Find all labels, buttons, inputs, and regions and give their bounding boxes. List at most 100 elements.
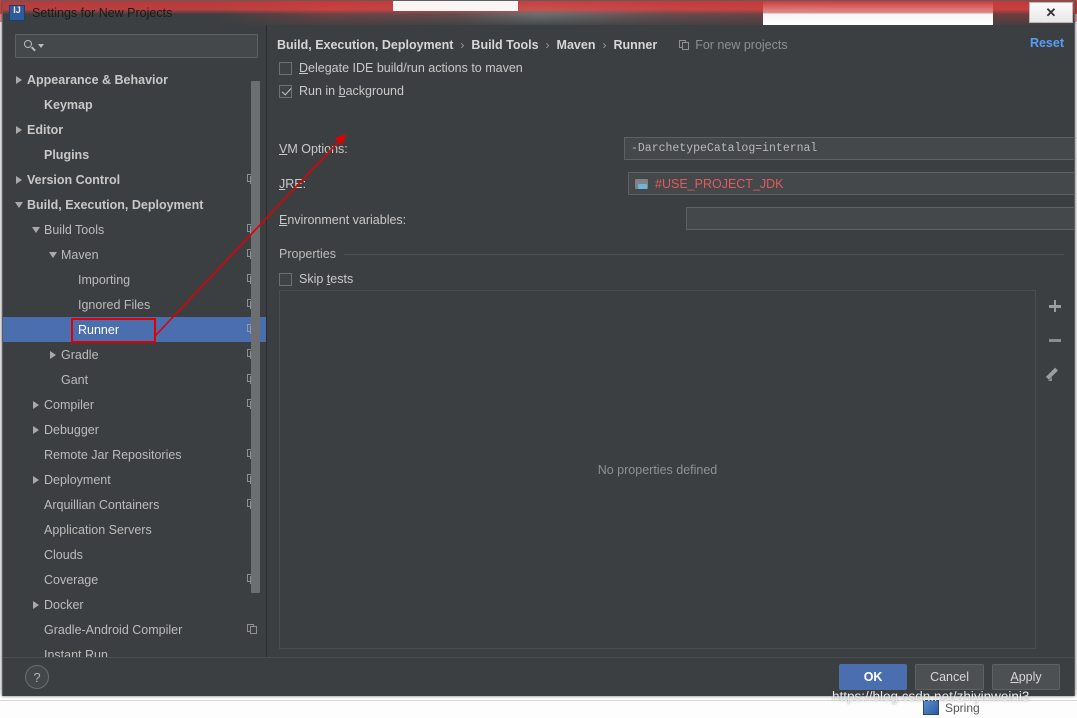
chevron-right-icon[interactable] — [28, 426, 44, 434]
breadcrumb-separator: › — [602, 38, 606, 52]
chevron-down-icon[interactable] — [28, 227, 44, 233]
vm-options-value: -DarchetypeCatalog=internal — [631, 142, 817, 155]
breadcrumb-item-2[interactable]: Maven — [557, 38, 596, 52]
properties-table[interactable]: No properties defined — [279, 290, 1036, 649]
apply-button[interactable]: Apply — [992, 664, 1060, 690]
window-title: Settings for New Projects — [32, 6, 172, 20]
folder-icon — [635, 178, 649, 190]
sidebar-item-application-servers[interactable]: Application Servers — [3, 517, 266, 542]
sidebar-item-label: Version Control — [27, 173, 247, 187]
chevron-right-icon[interactable] — [11, 76, 27, 84]
skip-tests-checkbox-row[interactable]: Skip tests — [279, 272, 353, 286]
environment-variables-label: Environment variables: — [279, 213, 406, 227]
settings-main-panel: Build, Execution, Deployment › Build Too… — [267, 25, 1074, 657]
sidebar-item-build-tools[interactable]: Build Tools — [3, 217, 266, 242]
sidebar-item-keymap[interactable]: Keymap — [3, 92, 266, 117]
sidebar-item-clouds[interactable]: Clouds — [3, 542, 266, 567]
breadcrumb-item-3[interactable]: Runner — [613, 38, 657, 52]
sidebar-item-gradle[interactable]: Gradle — [3, 342, 266, 367]
ok-button[interactable]: OK — [839, 664, 907, 690]
properties-toolbar — [1040, 290, 1070, 649]
sidebar-item-label: Deployment — [44, 473, 247, 487]
delegate-build-label: Delegate IDE build/run actions to maven — [299, 61, 523, 75]
background-window-tabbar — [0, 700, 1077, 718]
settings-tree: Appearance & Behavior Keymap Editor Plugins… — [3, 67, 266, 657]
sidebar-item-ignored-files[interactable]: Ignored Files — [3, 292, 266, 317]
dialog-titlebar: Settings for New Projects ✕ — [3, 1, 1074, 25]
sidebar-item-importing[interactable]: Importing — [3, 267, 266, 292]
search-box[interactable] — [15, 34, 258, 58]
chevron-down-icon[interactable] — [11, 202, 27, 208]
sidebar-item-label: Arquillian Containers — [44, 498, 247, 512]
titlebar-background-highlight-right — [763, 1, 993, 25]
sidebar-item-appearance-behavior[interactable]: Appearance & Behavior — [3, 67, 266, 92]
chevron-right-icon[interactable] — [45, 351, 61, 359]
sidebar-item-label: Plugins — [44, 148, 258, 162]
help-button[interactable]: ? — [25, 665, 49, 689]
delegate-build-checkbox[interactable] — [279, 62, 292, 75]
vm-options-label: VM Options: — [279, 142, 348, 156]
sidebar-item-label: Build, Execution, Deployment — [27, 198, 258, 212]
sidebar-item-label: Remote Jar Repositories — [44, 448, 247, 462]
sidebar-item-label: Instant Run — [44, 648, 258, 658]
environment-variables-input[interactable] — [686, 207, 1074, 230]
sidebar-item-label: Debugger — [44, 423, 258, 437]
sidebar-item-gradle-android-compiler[interactable]: Gradle-Android Compiler — [3, 617, 266, 642]
pencil-icon[interactable] — [1044, 363, 1066, 385]
run-in-background-checkbox-row[interactable]: Run in background — [279, 84, 404, 98]
sidebar-item-deployment[interactable]: Deployment — [3, 467, 266, 492]
sidebar-item-gant[interactable]: Gant — [3, 367, 266, 392]
breadcrumb-item-1[interactable]: Build Tools — [471, 38, 538, 52]
sidebar-item-arquillian-containers[interactable]: Arquillian Containers — [3, 492, 266, 517]
reset-link[interactable]: Reset — [1030, 36, 1064, 50]
sidebar-item-label: Importing — [78, 273, 247, 287]
breadcrumb: Build, Execution, Deployment › Build Too… — [277, 35, 1064, 55]
sidebar-item-instant-run[interactable]: Instant Run — [3, 642, 266, 657]
sidebar-item-label: Compiler — [44, 398, 247, 412]
sidebar-item-build-execution-deployment[interactable]: Build, Execution, Deployment — [3, 192, 266, 217]
cancel-button[interactable]: Cancel — [915, 664, 984, 690]
chevron-right-icon[interactable] — [11, 176, 27, 184]
sidebar-item-version-control[interactable]: Version Control — [3, 167, 266, 192]
close-icon[interactable]: ✕ — [1029, 2, 1073, 23]
sidebar-item-debugger[interactable]: Debugger — [3, 417, 266, 442]
properties-empty-message: No properties defined — [598, 463, 718, 477]
dialog-footer: ? OK Cancel Apply — [3, 657, 1074, 696]
jre-label: JRE: — [279, 177, 306, 191]
settings-dialog: Settings for New Projects ✕ Appearance &… — [2, 0, 1075, 696]
sidebar-item-plugins[interactable]: Plugins — [3, 142, 266, 167]
vm-options-input[interactable]: -DarchetypeCatalog=internal ⤢ — [624, 137, 1074, 160]
chevron-right-icon[interactable] — [28, 476, 44, 484]
skip-tests-label: Skip tests — [299, 272, 353, 286]
sidebar-item-docker[interactable]: Docker — [3, 592, 266, 617]
breadcrumb-item-0[interactable]: Build, Execution, Deployment — [277, 38, 453, 52]
delegate-build-checkbox-row[interactable]: Delegate IDE build/run actions to maven — [279, 61, 523, 75]
minus-icon[interactable] — [1044, 329, 1066, 351]
sidebar-item-compiler[interactable]: Compiler — [3, 392, 266, 417]
sidebar-item-maven[interactable]: Maven — [3, 242, 266, 267]
plus-icon[interactable] — [1044, 295, 1066, 317]
sidebar-item-label: Editor — [27, 123, 258, 137]
sidebar-item-label: Keymap — [44, 98, 258, 112]
run-in-background-checkbox[interactable] — [279, 85, 292, 98]
chevron-right-icon[interactable] — [11, 126, 27, 134]
sidebar-scrollbar-thumb[interactable] — [251, 81, 260, 593]
sidebar-item-label: Coverage — [44, 573, 247, 587]
settings-sidebar: Appearance & Behavior Keymap Editor Plugins… — [3, 25, 267, 657]
sidebar-item-editor[interactable]: Editor — [3, 117, 266, 142]
chevron-down-icon[interactable] — [45, 252, 61, 258]
chevron-right-icon[interactable] — [28, 601, 44, 609]
search-input[interactable] — [44, 38, 257, 54]
sidebar-item-label: Gant — [61, 373, 247, 387]
sidebar-item-runner[interactable]: Runner — [3, 317, 266, 342]
sidebar-item-remote-jar-repositories[interactable]: Remote Jar Repositories — [3, 442, 266, 467]
sidebar-item-label: Runner — [78, 323, 247, 337]
copy-icon — [247, 624, 258, 635]
scope-label: For new projects — [695, 38, 787, 52]
search-icon — [23, 39, 37, 53]
jre-combobox[interactable]: #USE_PROJECT_JDK — [628, 172, 1074, 195]
skip-tests-checkbox[interactable] — [279, 273, 292, 286]
sidebar-item-coverage[interactable]: Coverage — [3, 567, 266, 592]
chevron-right-icon[interactable] — [28, 401, 44, 409]
sidebar-scrollbar-track[interactable] — [254, 53, 263, 577]
